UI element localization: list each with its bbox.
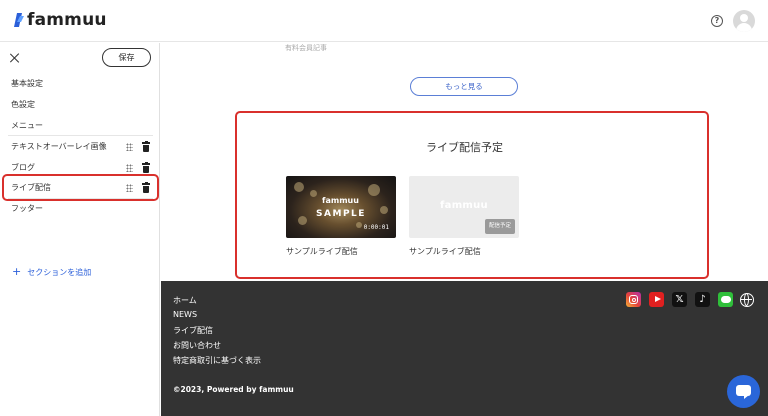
page-preview: 有料会員記事 もっと見る ライブ配信予定 fammuu SAMPLE 0:00:… (161, 43, 768, 281)
thumbnail-caption: SAMPLE (316, 209, 366, 219)
thumbnail-logo: fammuu (440, 200, 488, 211)
copyright-text: ©2023, Powered by fammuu (173, 385, 294, 394)
youtube-icon[interactable] (649, 292, 664, 307)
avatar-body-shape (736, 23, 752, 32)
live-card-title[interactable]: サンプルライブ配信 (286, 246, 358, 257)
live-thumbnail[interactable]: fammuu 配信予定 (409, 176, 519, 238)
scheduled-badge: 配信予定 (485, 219, 515, 234)
tiktok-icon[interactable]: ♪ (695, 292, 710, 307)
save-button[interactable]: 保存 (102, 48, 151, 67)
footer-link-home[interactable]: ホーム (173, 295, 197, 306)
footer-link-contact[interactable]: お問い合わせ (173, 340, 221, 351)
top-header: fammuu ? (0, 0, 768, 42)
x-icon[interactable]: 𝕏 (672, 292, 687, 307)
editor-sidebar: 保存 基本設定 色設定 メニュー テキストオーバーレイ画像 ブログ ライブ配信 … (0, 43, 160, 416)
site-footer: ホーム NEWS ライブ配信 お問い合わせ 特定商取引に基づく表示 ©2023,… (161, 281, 768, 416)
more-button[interactable]: もっと見る (410, 77, 518, 96)
line-icon[interactable] (718, 292, 733, 307)
sidebar-item-text-overlay-image[interactable]: テキストオーバーレイ画像 (0, 136, 160, 157)
paid-articles-label: 有料会員記事 (285, 44, 327, 52)
sidebar-item-label: テキストオーバーレイ画像 (11, 142, 107, 151)
sidebar-item-footer[interactable]: フッター (0, 198, 160, 219)
globe-icon[interactable] (740, 293, 754, 307)
live-thumbnail[interactable]: fammuu SAMPLE 0:00:01 (286, 176, 396, 238)
add-section-label: セクションを追加 (27, 268, 92, 277)
duration-label: 0:00:01 (363, 224, 389, 231)
footer-link-live[interactable]: ライブ配信 (173, 325, 213, 336)
footer-link-news[interactable]: NEWS (173, 310, 197, 319)
drag-handle-icon[interactable] (126, 164, 133, 172)
sidebar-item-color-settings[interactable]: 色設定 (0, 94, 160, 115)
logo-mark-icon (14, 13, 24, 27)
sidebar-item-basic-settings[interactable]: 基本設定 (0, 73, 160, 94)
plus-icon: + (12, 265, 22, 278)
avatar-head-shape (740, 14, 748, 22)
footer-link-legal[interactable]: 特定商取引に基づく表示 (173, 355, 261, 366)
trash-icon[interactable] (142, 141, 150, 152)
drag-handle-icon[interactable] (126, 143, 133, 151)
avatar[interactable] (733, 10, 755, 32)
help-icon[interactable]: ? (711, 15, 723, 27)
live-card-title[interactable]: サンプルライブ配信 (409, 246, 481, 257)
section-title: ライブ配信予定 (426, 141, 503, 154)
thumbnail-logo: fammuu (322, 196, 359, 205)
add-section-button[interactable]: + セクションを追加 (12, 265, 91, 280)
trash-icon[interactable] (142, 162, 150, 173)
sidebar-item-label: ブログ (11, 163, 35, 172)
logo-text: fammuu (27, 10, 107, 30)
sidebar-item-menu[interactable]: メニュー (0, 115, 160, 136)
fammuu-logo[interactable]: fammuu (14, 10, 107, 30)
instagram-icon[interactable] (626, 292, 641, 307)
sidebar-highlight-frame (2, 174, 159, 201)
chat-support-button[interactable] (727, 375, 760, 408)
close-icon[interactable] (9, 52, 21, 64)
